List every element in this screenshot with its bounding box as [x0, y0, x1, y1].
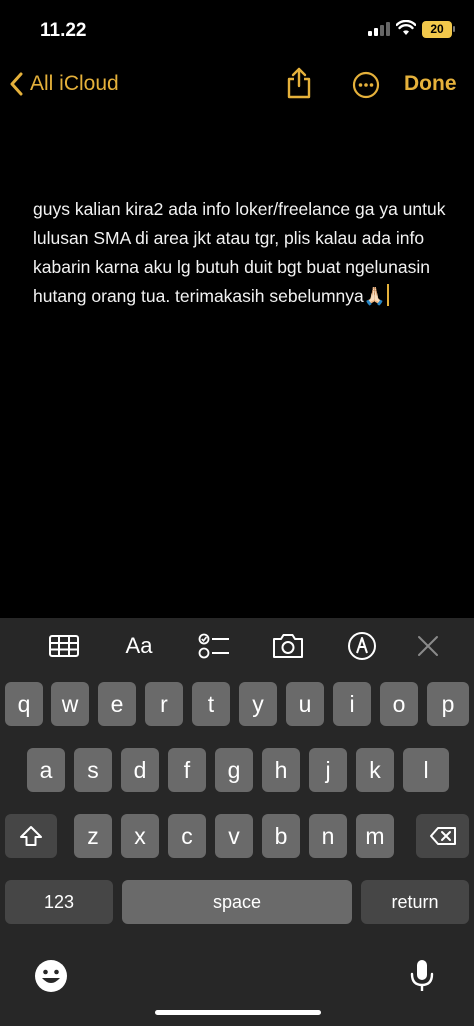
- key-n[interactable]: n: [309, 814, 347, 858]
- markup-button[interactable]: [345, 630, 379, 662]
- back-label: All iCloud: [30, 72, 119, 95]
- home-indicator: [155, 1010, 321, 1015]
- status-bar: 11.22 20: [0, 0, 474, 60]
- backspace-icon: [429, 827, 456, 845]
- key-x[interactable]: x: [121, 814, 159, 858]
- checklist-icon: [198, 633, 229, 659]
- more-options-icon[interactable]: [352, 71, 380, 99]
- key-d[interactable]: d: [121, 748, 159, 792]
- done-button[interactable]: Done: [404, 72, 457, 96]
- numbers-key[interactable]: 123: [5, 880, 113, 924]
- key-y[interactable]: y: [239, 682, 277, 726]
- text-format-button[interactable]: Aa: [122, 630, 156, 662]
- emoji-icon[interactable]: [33, 958, 69, 994]
- microphone-icon[interactable]: [404, 958, 440, 994]
- table-button[interactable]: [47, 630, 81, 662]
- shift-key[interactable]: [5, 814, 57, 858]
- key-e[interactable]: e: [98, 682, 136, 726]
- chevron-left-icon: [10, 72, 23, 96]
- nav-bar: All iCloud Done: [0, 60, 474, 110]
- key-a[interactable]: a: [27, 748, 65, 792]
- key-z[interactable]: z: [74, 814, 112, 858]
- key-i[interactable]: i: [333, 682, 371, 726]
- checklist-button[interactable]: [197, 630, 231, 662]
- share-icon[interactable]: [285, 66, 313, 100]
- key-q[interactable]: q: [5, 682, 43, 726]
- camera-icon: [273, 634, 303, 658]
- battery-icon: 20: [422, 21, 452, 38]
- key-t[interactable]: t: [192, 682, 230, 726]
- key-g[interactable]: g: [215, 748, 253, 792]
- cellular-signal-icon: [368, 22, 390, 36]
- text-caret: [386, 284, 389, 306]
- key-u[interactable]: u: [286, 682, 324, 726]
- key-h[interactable]: h: [262, 748, 300, 792]
- keyboard: q w e r t y u i o p a s d f g h j k l z …: [0, 674, 474, 1026]
- key-p[interactable]: p: [427, 682, 469, 726]
- table-icon: [49, 635, 79, 657]
- key-j[interactable]: j: [309, 748, 347, 792]
- key-s[interactable]: s: [74, 748, 112, 792]
- formatting-toolbar: Aa: [0, 618, 474, 674]
- return-key[interactable]: return: [361, 880, 469, 924]
- key-l[interactable]: l: [403, 748, 449, 792]
- markup-pen-icon: [348, 632, 376, 660]
- key-f[interactable]: f: [168, 748, 206, 792]
- note-editor[interactable]: guys kalian kira2 ada info loker/freelan…: [33, 195, 453, 311]
- key-k[interactable]: k: [356, 748, 394, 792]
- key-v[interactable]: v: [215, 814, 253, 858]
- key-m[interactable]: m: [356, 814, 394, 858]
- delete-key[interactable]: [416, 814, 469, 858]
- close-toolbar-button[interactable]: [411, 630, 445, 662]
- wifi-icon: [396, 20, 416, 35]
- status-time: 11.22: [40, 20, 87, 41]
- shift-icon: [20, 826, 42, 846]
- key-b[interactable]: b: [262, 814, 300, 858]
- close-icon: [418, 636, 438, 656]
- note-text: guys kalian kira2 ada info loker/freelan…: [33, 199, 446, 306]
- back-button[interactable]: All iCloud: [10, 69, 119, 99]
- camera-button[interactable]: [271, 630, 305, 662]
- key-r[interactable]: r: [145, 682, 183, 726]
- key-w[interactable]: w: [51, 682, 89, 726]
- space-key[interactable]: space: [122, 880, 352, 924]
- key-o[interactable]: o: [380, 682, 418, 726]
- battery-tip: [453, 26, 455, 32]
- key-c[interactable]: c: [168, 814, 206, 858]
